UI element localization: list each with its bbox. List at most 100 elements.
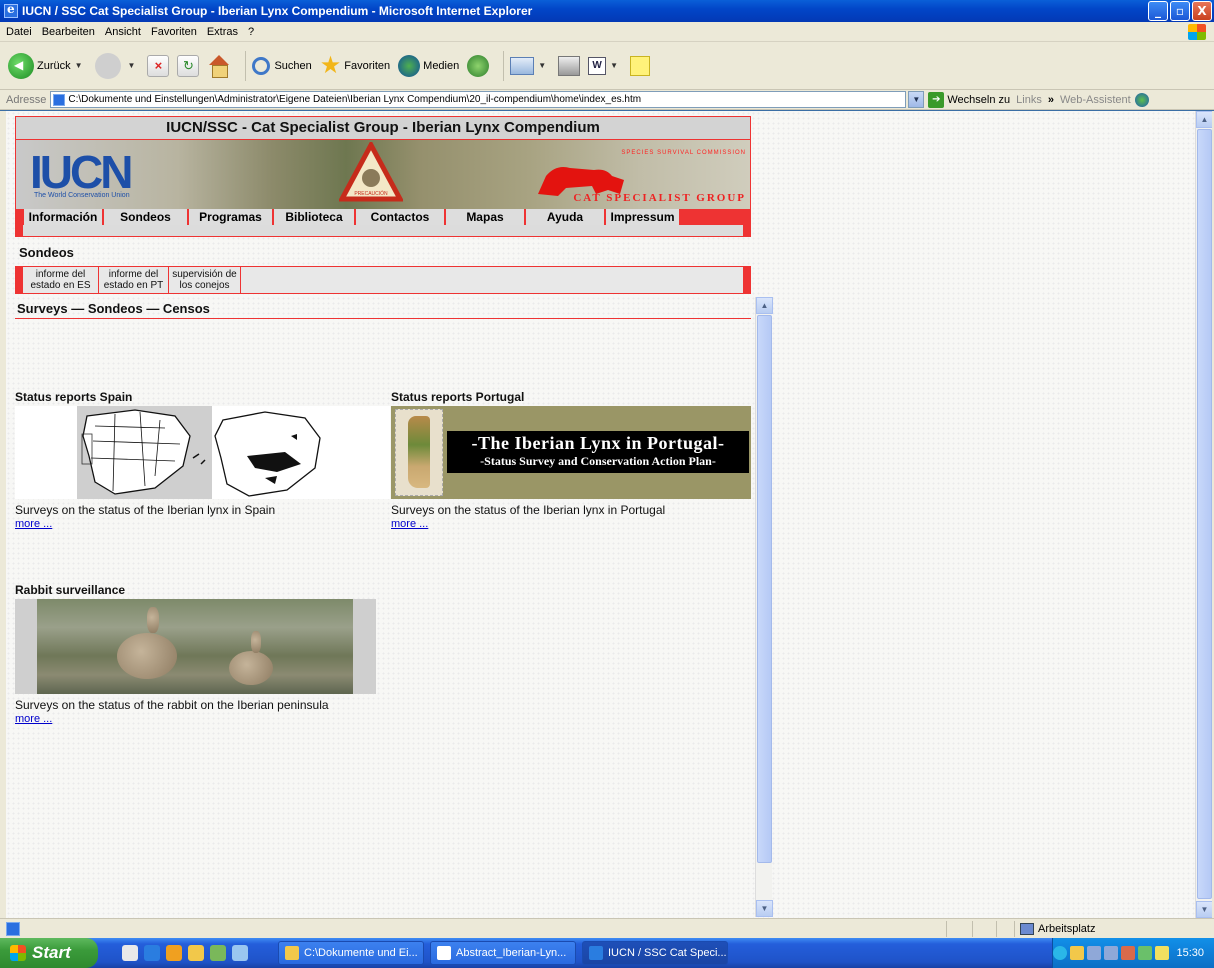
network-icon[interactable] — [1104, 946, 1119, 960]
search-icon[interactable] — [232, 945, 248, 961]
chevron-down-icon[interactable]: ▼ — [75, 61, 83, 70]
spain-map-image[interactable] — [15, 406, 390, 499]
chevron-down-icon[interactable]: ▼ — [610, 61, 618, 70]
tray-arrow-icon[interactable] — [1053, 946, 1068, 960]
media-player-icon[interactable] — [166, 945, 182, 961]
favorites-label: Favoriten — [344, 59, 391, 72]
media-button[interactable]: Medien — [398, 54, 460, 77]
app-icon[interactable] — [210, 945, 226, 961]
frame-scrollbar[interactable]: ▲ ▼ — [755, 297, 773, 917]
scroll-up-icon[interactable]: ▲ — [1196, 111, 1212, 128]
scroll-up-icon[interactable]: ▲ — [756, 297, 773, 314]
task-label: IUCN / SSC Cat Speci... — [608, 947, 727, 959]
menu-ansicht[interactable]: Ansicht — [105, 26, 141, 38]
address-label: Adresse — [6, 93, 47, 106]
address-url: C:\Dokumente und Einstellungen\Administr… — [68, 94, 642, 105]
ie-icon — [4, 2, 18, 18]
chevron-down-icon[interactable]: ▼ — [538, 61, 546, 70]
close-button[interactable]: X — [1192, 1, 1212, 21]
site-header: IUCN/SSC - Cat Specialist Group - Iberia… — [15, 116, 751, 140]
maximize-button[interactable]: ▫ — [1170, 1, 1190, 21]
nav-strip — [15, 225, 751, 237]
address-dropdown-button[interactable]: ▼ — [908, 91, 925, 108]
chevron-down-icon[interactable]: ▼ — [128, 61, 136, 70]
home-button[interactable] — [207, 54, 231, 78]
stop-icon: × — [147, 54, 170, 77]
nav-ayuda[interactable]: Ayuda — [526, 209, 606, 225]
subnav-rabbit[interactable]: supervisión de los conejos — [169, 267, 241, 293]
folder-icon[interactable] — [188, 945, 204, 961]
scroll-down-icon[interactable]: ▼ — [1196, 901, 1212, 918]
scroll-down-icon[interactable]: ▼ — [756, 900, 773, 917]
portugal-banner-image[interactable]: -The Iberian Lynx in Portugal- -Status S… — [391, 406, 751, 499]
refresh-button[interactable]: ↻ — [177, 54, 200, 77]
globe-icon[interactable] — [1134, 92, 1149, 107]
system-tray: 15:30 — [1052, 938, 1214, 968]
back-button[interactable]: Zurück ▼ — [8, 52, 87, 79]
clock[interactable]: 15:30 — [1176, 947, 1204, 959]
more-link[interactable]: more ... — [391, 518, 751, 530]
start-label: Start — [32, 943, 71, 962]
nav-sondeos[interactable]: Sondeos — [104, 209, 189, 225]
ie-icon — [589, 946, 603, 960]
security-zone: Arbeitsplatz — [1020, 922, 1096, 935]
stop-button[interactable]: × — [147, 54, 170, 77]
network-icon[interactable] — [1087, 946, 1102, 960]
go-button[interactable]: Wechseln zu — [947, 94, 1010, 106]
nav-contactos[interactable]: Contactos — [356, 209, 446, 225]
iucn-logo[interactable]: IUCN — [30, 149, 133, 195]
print-button[interactable] — [558, 55, 581, 76]
printer-icon — [558, 55, 581, 76]
nav-biblioteca[interactable]: Biblioteca — [274, 209, 356, 225]
address-bar: Adresse C:\Dokumente und Einstellungen\A… — [0, 90, 1214, 110]
minimize-button[interactable]: _ — [1148, 1, 1168, 21]
nav-impressum[interactable]: Impressum — [606, 209, 681, 225]
zone-label: Arbeitsplatz — [1038, 922, 1096, 935]
task-explorer[interactable]: C:\Dokumente und Ei... — [278, 941, 424, 965]
task-word[interactable]: Abstract_Iberian-Lyn... — [430, 941, 576, 965]
favorites-button[interactable]: ★ Favoriten — [320, 53, 391, 78]
rabbit-photo[interactable] — [15, 599, 376, 694]
windows-flag-icon — [10, 945, 26, 961]
page-scrollbar[interactable]: ▲ ▼ — [1195, 111, 1212, 918]
site-banner: IUCN The World Conservation Union PRECAU… — [15, 140, 751, 209]
tray-icon[interactable] — [1121, 946, 1136, 960]
quick-launch — [122, 945, 248, 961]
back-arrow-icon — [8, 52, 34, 79]
menu-bearbeiten[interactable]: Bearbeiten — [42, 26, 95, 38]
tray-icon[interactable] — [1138, 946, 1153, 960]
edit-button[interactable]: W ▼ — [588, 56, 622, 75]
menu-help[interactable]: ? — [248, 26, 254, 38]
desktop-icon[interactable] — [122, 945, 138, 961]
chevron-right-icon[interactable]: » — [1048, 94, 1054, 106]
history-button[interactable] — [467, 54, 490, 77]
subnav-status-es[interactable]: informe del estado en ES — [23, 267, 99, 293]
more-link[interactable]: more ... — [15, 713, 376, 725]
web-assistant-button[interactable]: Web-Assistent — [1060, 94, 1131, 106]
nav-programas[interactable]: Programas — [189, 209, 274, 225]
tray-icon[interactable] — [1070, 946, 1085, 960]
start-button[interactable]: Start — [0, 938, 98, 968]
nav-informacion[interactable]: Información — [24, 209, 104, 225]
status-divider — [946, 921, 947, 937]
forward-button[interactable]: ▼ — [94, 52, 140, 79]
subnav-status-pt[interactable]: informe del estado en PT — [99, 267, 169, 293]
media-label: Medien — [423, 59, 460, 72]
menu-extras[interactable]: Extras — [207, 26, 238, 38]
menu-favoriten[interactable]: Favoriten — [151, 26, 197, 38]
go-arrow-icon[interactable]: ➔ — [928, 91, 945, 108]
more-link[interactable]: more ... — [15, 518, 390, 530]
ie-icon[interactable] — [144, 945, 160, 961]
links-button[interactable]: Links — [1016, 94, 1042, 106]
volume-icon[interactable] — [1155, 946, 1170, 960]
task-ie[interactable]: IUCN / SSC Cat Speci... — [582, 941, 728, 965]
messenger-button[interactable] — [630, 55, 651, 76]
search-button[interactable]: Suchen — [252, 56, 312, 75]
menu-datei[interactable]: Datei — [6, 26, 32, 38]
scroll-thumb[interactable] — [757, 315, 772, 863]
nav-mapas[interactable]: Mapas — [446, 209, 526, 225]
mail-button[interactable]: ▼ — [510, 56, 550, 75]
address-input[interactable]: C:\Dokumente und Einstellungen\Administr… — [50, 91, 907, 108]
csg-name: CAT SPECIALIST GROUP — [573, 192, 746, 204]
scroll-thumb[interactable] — [1197, 129, 1212, 899]
